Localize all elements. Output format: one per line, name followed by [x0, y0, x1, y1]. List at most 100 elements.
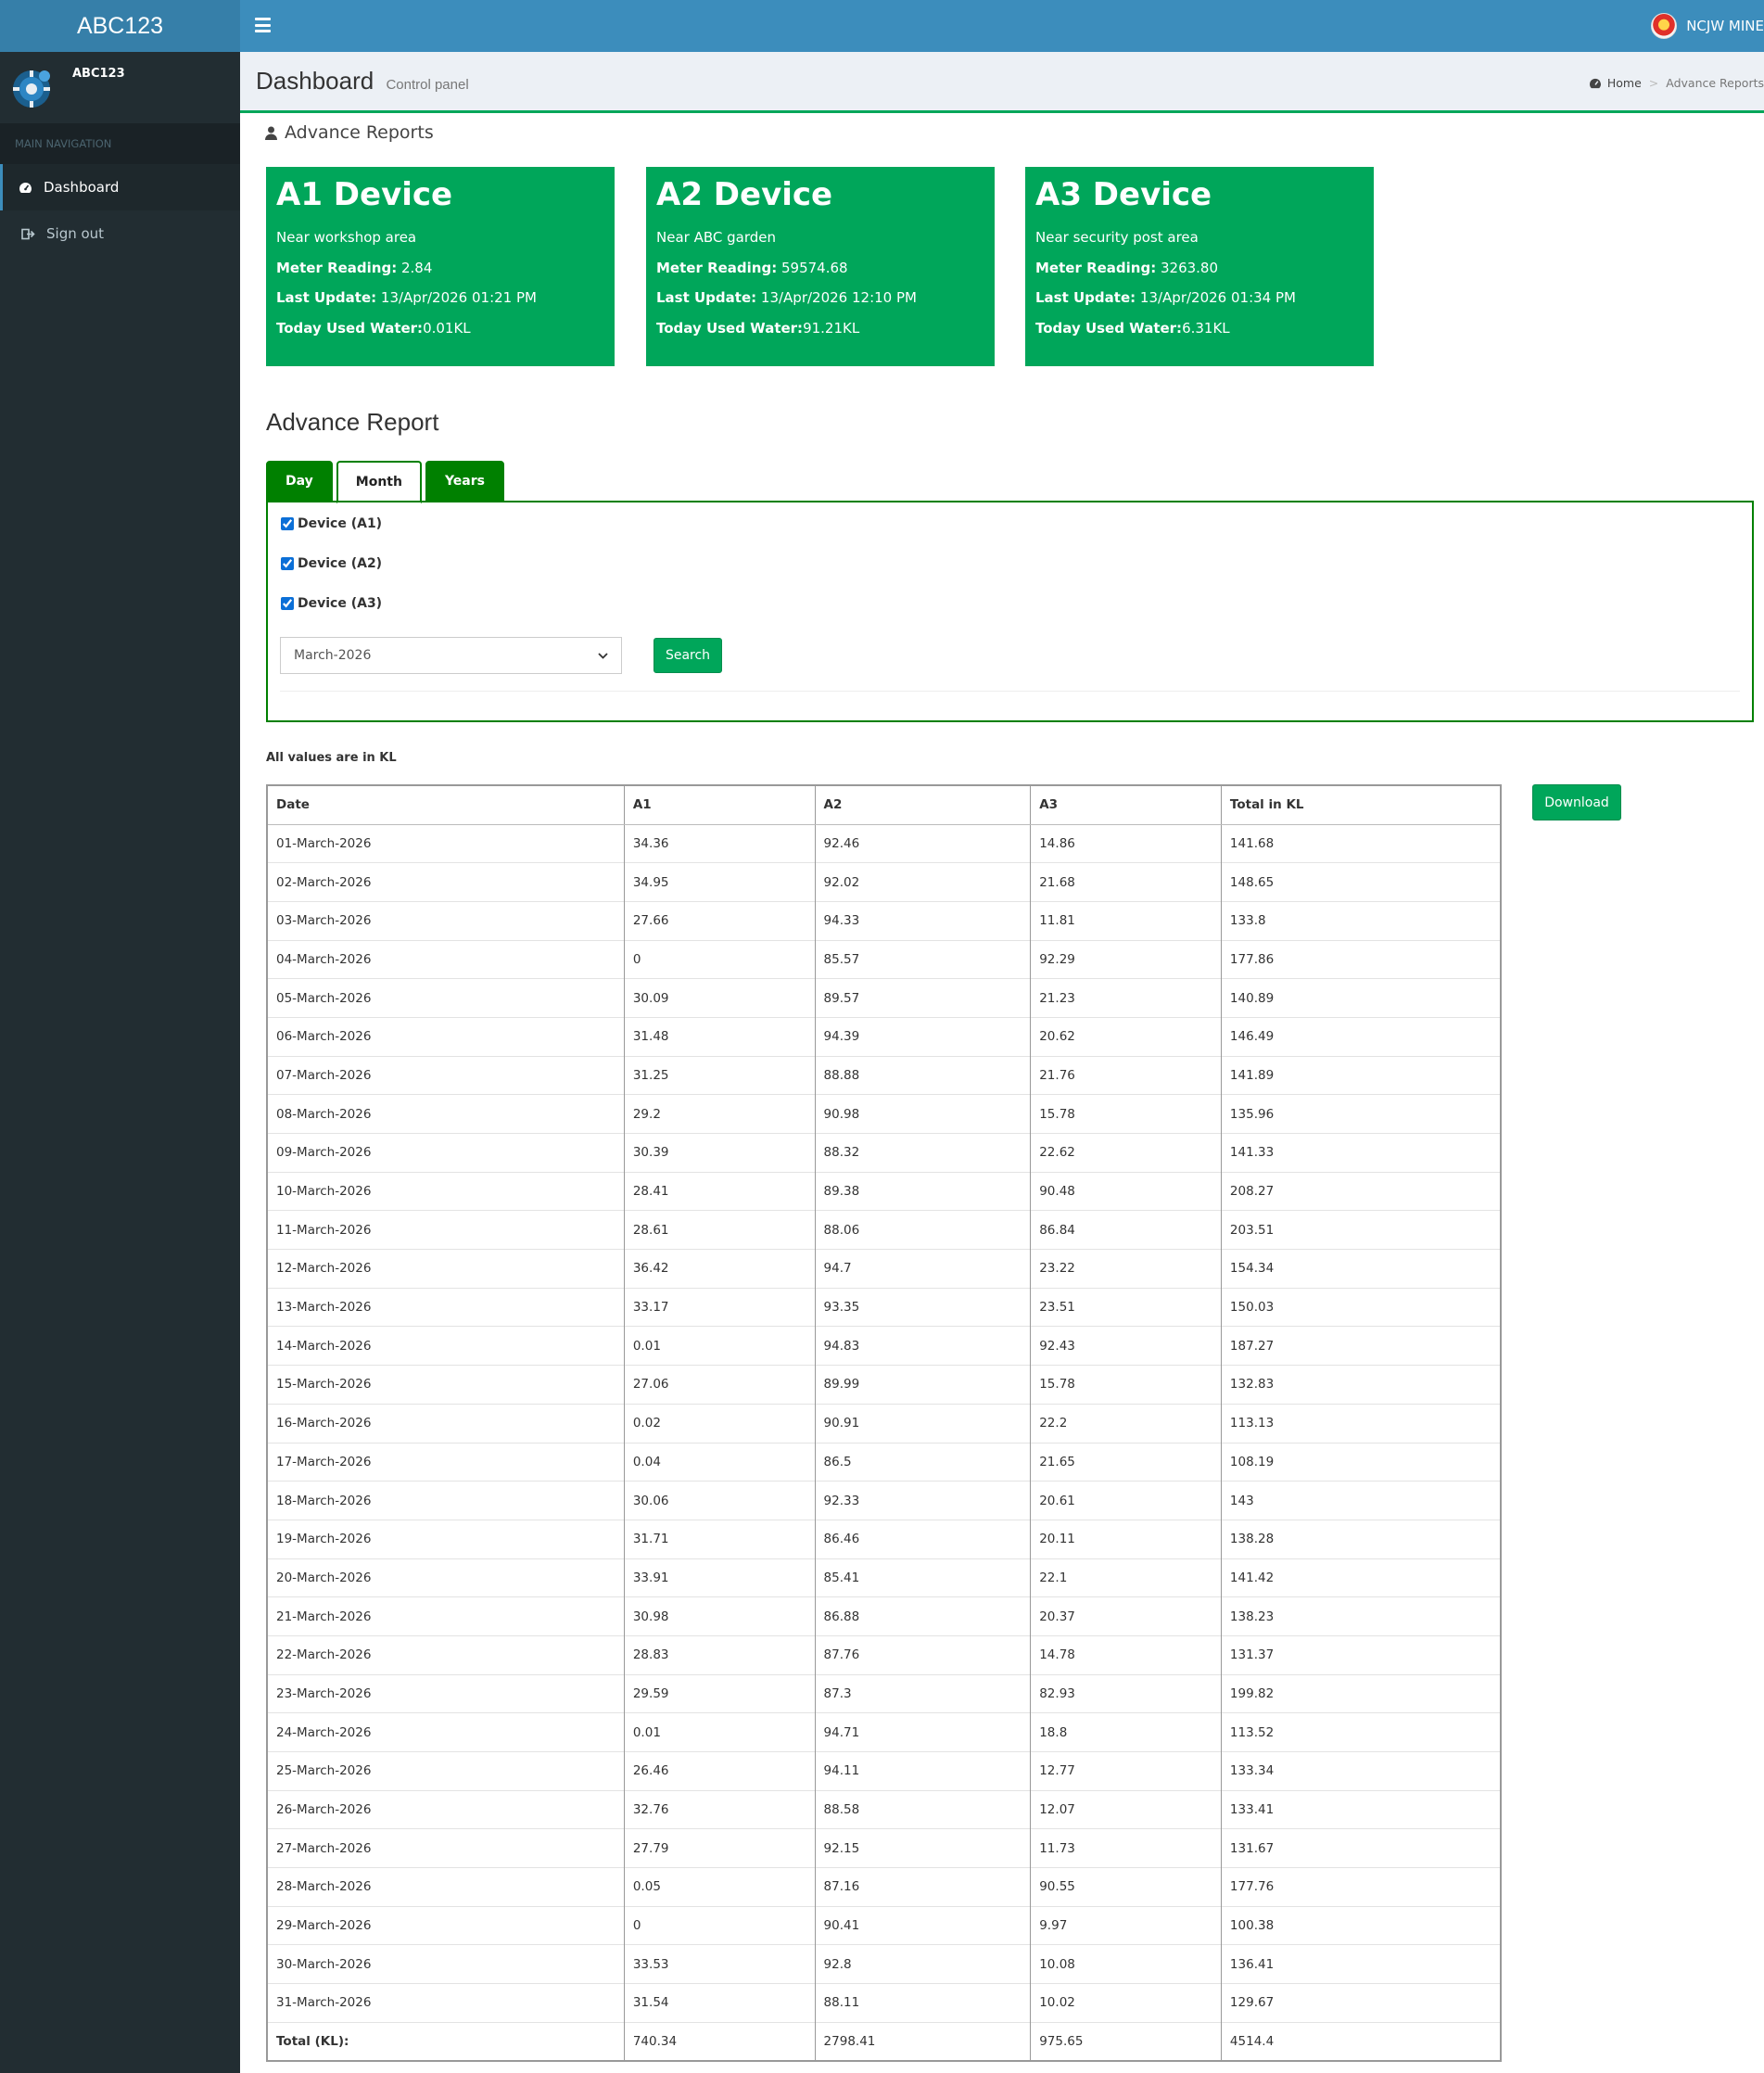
total-a3: 975.65: [1030, 2021, 1222, 2061]
sidebar-item-dashboard[interactable]: Dashboard: [0, 164, 240, 210]
cell-a3: 20.61: [1030, 1481, 1222, 1520]
cell-date: 22-March-2026: [266, 1634, 625, 1675]
table-row: 12-March-2026 36.42 94.7 23.22 154.34: [266, 1249, 1502, 1289]
cell-total: 141.68: [1220, 823, 1502, 863]
cell-a3: 14.78: [1030, 1634, 1222, 1675]
cell-a2: 88.06: [814, 1210, 1032, 1250]
cell-a3: 23.22: [1030, 1249, 1222, 1289]
cell-a3: 92.43: [1030, 1326, 1222, 1366]
table-row: 04-March-2026 0 85.57 92.29 177.86: [266, 939, 1502, 979]
cell-a1: 30.39: [623, 1133, 816, 1173]
cell-a1: 30.09: [623, 978, 816, 1018]
cell-date: 06-March-2026: [266, 1016, 625, 1057]
table-body: 01-March-2026 34.36 92.46 14.86 141.68 02-Mar…: [266, 823, 1502, 2061]
table-row: 11-March-2026 28.61 88.06 86.84 203.51: [266, 1210, 1502, 1250]
download-button[interactable]: Download: [1532, 784, 1621, 820]
cell-a1: 27.79: [623, 1828, 816, 1868]
cell-date: 24-March-2026: [266, 1712, 625, 1752]
breadcrumb-current: Advance Reports: [1666, 76, 1764, 90]
sidebar-item-label: Sign out: [46, 225, 105, 242]
table-row: 06-March-2026 31.48 94.39 20.62 146.49: [266, 1016, 1502, 1057]
sidebar-toggle-icon[interactable]: [255, 16, 271, 34]
cell-a1: 29.2: [623, 1094, 816, 1134]
cell-a3: 90.55: [1030, 1867, 1222, 1907]
values-note: All values are in KL: [266, 751, 397, 765]
cell-date: 10-March-2026: [266, 1171, 625, 1211]
user-menu[interactable]: NCJW MINE: [1651, 0, 1764, 52]
page-subtitle: Control panel: [386, 77, 469, 93]
table-row: 03-March-2026 27.66 94.33 11.81 133.8: [266, 900, 1502, 941]
device-name: A2 Device: [656, 176, 833, 213]
device-meter-reading: Meter Reading: 2.84: [276, 260, 604, 278]
device-a3-checkbox[interactable]: [281, 597, 294, 610]
content-header: Dashboard Control panel Home > Advance R…: [240, 52, 1764, 113]
device-location: Near ABC garden: [656, 229, 776, 247]
cell-a3: 10.02: [1030, 1983, 1222, 2023]
cell-a3: 10.08: [1030, 1944, 1222, 1984]
sidebar-item-sign-out[interactable]: Sign out: [0, 210, 240, 257]
today-label: Today Used Water:: [276, 319, 424, 337]
month-select[interactable]: March-2026: [280, 637, 622, 674]
cell-date: 13-March-2026: [266, 1287, 625, 1327]
update-value: 13/Apr/2026 01:34 PM: [1139, 289, 1296, 307]
device-last-update: Last Update: 13/Apr/2026 01:21 PM: [276, 289, 604, 308]
cell-total: 177.76: [1220, 1867, 1502, 1907]
cell-a3: 12.07: [1030, 1789, 1222, 1829]
tab-day[interactable]: Day: [266, 461, 333, 502]
cell-a3: 22.2: [1030, 1403, 1222, 1443]
tab-years[interactable]: Years: [425, 461, 504, 502]
breadcrumb-home[interactable]: Home: [1607, 76, 1642, 90]
sidebar-user-panel: ABC123: [0, 52, 240, 123]
cell-total: 177.86: [1220, 939, 1502, 979]
month-select-value: March-2026: [294, 648, 372, 663]
cell-a1: 33.53: [623, 1944, 816, 1984]
checkbox-label: Device (A1): [298, 516, 383, 531]
page-title-text: Dashboard: [256, 67, 374, 95]
tab-month[interactable]: Month: [336, 461, 422, 503]
user-avatar: [1651, 13, 1678, 39]
cell-a3: 12.77: [1030, 1751, 1222, 1791]
column-header-date: Date: [266, 785, 625, 825]
meter-value: 3263.80: [1160, 259, 1219, 276]
device-a2-checkbox-row[interactable]: Device (A2): [281, 556, 382, 571]
table-row: 10-March-2026 28.41 89.38 90.48 208.27: [266, 1171, 1502, 1211]
cell-a3: 22.1: [1030, 1558, 1222, 1597]
cell-date: 01-March-2026: [266, 823, 625, 863]
table-row: 02-March-2026 34.95 92.02 21.68 148.65: [266, 862, 1502, 902]
cell-a1: 28.61: [623, 1210, 816, 1250]
app-logo[interactable]: ABC123: [0, 0, 240, 52]
device-a1-checkbox[interactable]: [281, 517, 294, 530]
cell-a3: 11.73: [1030, 1828, 1222, 1868]
cell-total: 143: [1220, 1481, 1502, 1520]
cell-a1: 31.71: [623, 1519, 816, 1559]
device-a3-checkbox-row[interactable]: Device (A3): [281, 596, 382, 611]
cell-a3: 21.23: [1030, 978, 1222, 1018]
table-row: 01-March-2026 34.36 92.46 14.86 141.68: [266, 823, 1502, 863]
cell-a3: 82.93: [1030, 1673, 1222, 1713]
cell-total: 133.41: [1220, 1789, 1502, 1829]
table-row: 22-March-2026 28.83 87.76 14.78 131.37: [266, 1634, 1502, 1675]
cell-a2: 86.5: [814, 1442, 1032, 1482]
search-button[interactable]: Search: [654, 638, 722, 673]
update-value: 13/Apr/2026 12:10 PM: [760, 289, 917, 307]
box-title: Advance Reports: [265, 122, 434, 143]
meter-label: Meter Reading:: [656, 259, 778, 276]
cell-a2: 88.32: [814, 1133, 1032, 1173]
device-name: A1 Device: [276, 176, 453, 213]
today-label: Today Used Water:: [656, 319, 804, 337]
cell-total: 131.67: [1220, 1828, 1502, 1868]
table-row: 20-March-2026 33.91 85.41 22.1 141.42: [266, 1558, 1502, 1597]
cell-a3: 15.78: [1030, 1094, 1222, 1134]
cell-date: 28-March-2026: [266, 1867, 625, 1907]
cell-date: 08-March-2026: [266, 1094, 625, 1134]
device-a2-checkbox[interactable]: [281, 557, 294, 570]
cell-a3: 92.29: [1030, 939, 1222, 979]
table-row: 23-March-2026 29.59 87.3 82.93 199.82: [266, 1673, 1502, 1713]
cell-a2: 92.02: [814, 862, 1032, 902]
update-label: Last Update:: [276, 289, 377, 307]
cell-a3: 21.68: [1030, 862, 1222, 902]
cell-a2: 94.39: [814, 1016, 1032, 1057]
cell-a2: 92.8: [814, 1944, 1032, 1984]
device-a1-checkbox-row[interactable]: Device (A1): [281, 516, 382, 531]
cell-a1: 31.25: [623, 1055, 816, 1095]
